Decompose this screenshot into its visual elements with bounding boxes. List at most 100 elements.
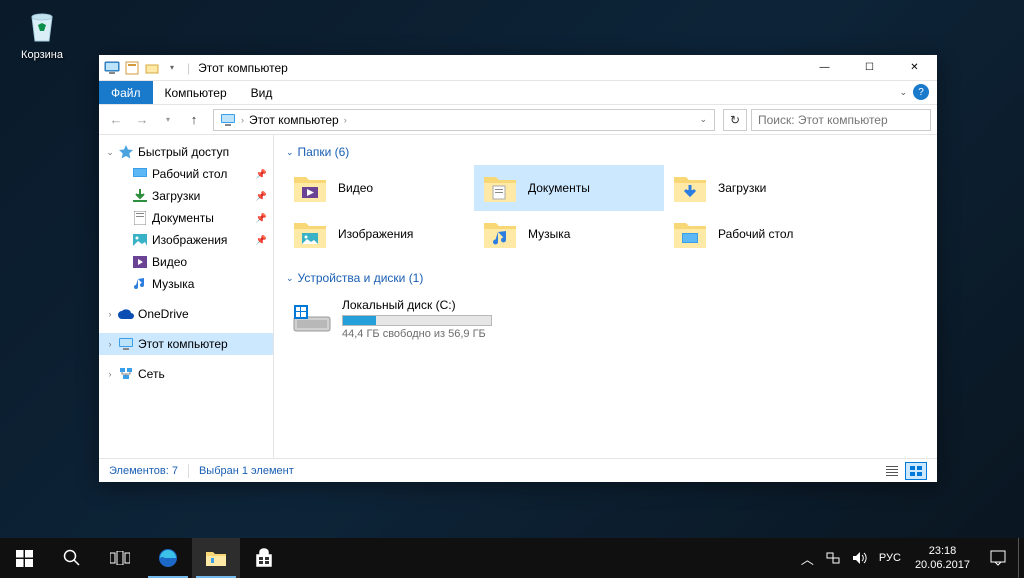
taskbar-explorer[interactable] <box>192 538 240 578</box>
drive-name: Локальный диск (C:) <box>342 298 506 312</box>
chevron-right-icon[interactable]: › <box>103 369 117 379</box>
documents-icon <box>131 210 149 226</box>
folder-documents[interactable]: Документы <box>474 165 664 211</box>
sidebar-item-downloads[interactable]: Загрузки📌 <box>99 185 273 207</box>
sidebar-item-music[interactable]: Музыка <box>99 273 273 295</box>
help-icon[interactable]: ? <box>913 84 929 100</box>
devices-group-header[interactable]: ⌄Устройства и диски (1) <box>284 267 927 291</box>
sidebar-item-desktop[interactable]: Рабочий стол📌 <box>99 163 273 185</box>
recycle-bin-label: Корзина <box>5 49 79 61</box>
minimize-button[interactable]: — <box>802 55 847 81</box>
explorer-window: ▾ | Этот компьютер — ☐ ✕ Файл Компьютер … <box>99 55 937 482</box>
ribbon-expand-icon[interactable]: ⌄ <box>899 87 907 98</box>
sidebar-network[interactable]: ›Сеть <box>99 363 273 385</box>
system-tray: ︿ РУС 23:18 20.06.2017 <box>795 538 1024 578</box>
statusbar: Элементов: 7 Выбран 1 элемент <box>99 458 937 482</box>
music-icon <box>131 276 149 292</box>
folder-pictures-icon <box>292 217 328 251</box>
tab-computer[interactable]: Компьютер <box>153 81 239 104</box>
show-desktop-button[interactable] <box>1018 538 1024 578</box>
star-icon <box>117 144 135 160</box>
navbar: ← → ▾ ↑ › Этот компьютер › ⌄ ↻ <box>99 105 937 135</box>
sidebar-onedrive[interactable]: ›OneDrive <box>99 303 273 325</box>
tray-notifications-icon[interactable] <box>978 550 1018 566</box>
ribbon-tabs: Файл Компьютер Вид ⌄ ? <box>99 81 937 105</box>
this-pc-icon <box>217 114 239 126</box>
pin-icon: 📌 <box>256 213 273 224</box>
address-dropdown-icon[interactable]: ⌄ <box>699 114 707 125</box>
properties-icon[interactable] <box>123 59 141 77</box>
folder-downloads[interactable]: Загрузки <box>664 165 854 211</box>
window-title: Этот компьютер <box>192 61 802 75</box>
titlebar[interactable]: ▾ | Этот компьютер — ☐ ✕ <box>99 55 937 81</box>
breadcrumb-separator-icon[interactable]: › <box>342 115 349 125</box>
drive-free-text: 44,4 ГБ свободно из 56,9 ГБ <box>342 328 506 340</box>
address-bar[interactable]: › Этот компьютер › ⌄ <box>213 109 715 131</box>
forward-button[interactable]: → <box>131 109 153 131</box>
content-pane: ⌄Папки (6) Видео Документы Загрузки Изоб… <box>274 135 937 458</box>
search-button[interactable] <box>48 538 96 578</box>
downloads-icon <box>131 188 149 204</box>
desktop-icon <box>131 166 149 182</box>
folder-documents-icon <box>482 171 518 205</box>
recent-locations-icon[interactable]: ▾ <box>157 109 179 131</box>
pin-icon: 📌 <box>256 169 273 180</box>
tab-view[interactable]: Вид <box>239 81 285 104</box>
close-button[interactable]: ✕ <box>892 55 937 81</box>
this-pc-icon <box>103 59 121 77</box>
sidebar-this-pc[interactable]: ›Этот компьютер <box>99 333 273 355</box>
folder-music-icon <box>482 217 518 251</box>
folder-desktop-icon <box>672 217 708 251</box>
qat-dropdown-icon[interactable]: ▾ <box>163 59 181 77</box>
chevron-down-icon: ⌄ <box>286 147 294 158</box>
breadcrumb-separator-icon[interactable]: › <box>239 115 246 125</box>
refresh-button[interactable]: ↻ <box>723 109 747 131</box>
status-item-count: Элементов: 7 <box>109 465 178 477</box>
tab-file[interactable]: Файл <box>99 81 153 104</box>
drive-c[interactable]: Локальный диск (C:) 44,4 ГБ свободно из … <box>284 291 514 347</box>
start-button[interactable] <box>0 538 48 578</box>
chevron-right-icon[interactable]: › <box>103 309 117 319</box>
sidebar-item-pictures[interactable]: Изображения📌 <box>99 229 273 251</box>
pin-icon: 📌 <box>256 191 273 202</box>
tray-language[interactable]: РУС <box>873 552 907 564</box>
folder-pictures[interactable]: Изображения <box>284 211 474 257</box>
view-tiles-button[interactable] <box>905 462 927 480</box>
search-input[interactable] <box>751 109 931 131</box>
folder-music[interactable]: Музыка <box>474 211 664 257</box>
sidebar-quick-access[interactable]: ⌄ Быстрый доступ <box>99 141 273 163</box>
taskbar-store[interactable] <box>240 538 288 578</box>
tray-volume-icon[interactable] <box>846 538 873 578</box>
folders-group-header[interactable]: ⌄Папки (6) <box>284 141 927 165</box>
pin-icon: 📌 <box>256 235 273 246</box>
back-button[interactable]: ← <box>105 109 127 131</box>
chevron-right-icon[interactable]: › <box>103 339 117 349</box>
videos-icon <box>131 254 149 270</box>
recycle-bin[interactable]: Корзина <box>5 5 79 61</box>
new-folder-icon[interactable] <box>143 59 161 77</box>
maximize-button[interactable]: ☐ <box>847 55 892 81</box>
pictures-icon <box>131 232 149 248</box>
taskbar-edge[interactable] <box>144 538 192 578</box>
tray-network-icon[interactable] <box>820 538 846 578</box>
status-selected-count: Выбран 1 элемент <box>199 465 294 477</box>
drive-icon <box>292 299 332 339</box>
folder-downloads-icon <box>672 171 708 205</box>
breadcrumb-this-pc[interactable]: Этот компьютер <box>246 113 342 127</box>
chevron-down-icon: ⌄ <box>286 273 294 284</box>
drive-capacity-bar <box>342 315 492 326</box>
task-view-button[interactable] <box>96 538 144 578</box>
folder-videos[interactable]: Видео <box>284 165 474 211</box>
this-pc-icon <box>117 336 135 352</box>
taskbar: ︿ РУС 23:18 20.06.2017 <box>0 538 1024 578</box>
tray-clock[interactable]: 23:18 20.06.2017 <box>907 544 978 573</box>
onedrive-icon <box>117 306 135 322</box>
chevron-down-icon[interactable]: ⌄ <box>103 147 117 158</box>
tray-chevron-up-icon[interactable]: ︿ <box>795 538 820 578</box>
folder-desktop[interactable]: Рабочий стол <box>664 211 854 257</box>
network-icon <box>117 366 135 382</box>
view-details-button[interactable] <box>881 462 903 480</box>
sidebar-item-videos[interactable]: Видео <box>99 251 273 273</box>
up-button[interactable]: ↑ <box>183 109 205 131</box>
sidebar-item-documents[interactable]: Документы📌 <box>99 207 273 229</box>
